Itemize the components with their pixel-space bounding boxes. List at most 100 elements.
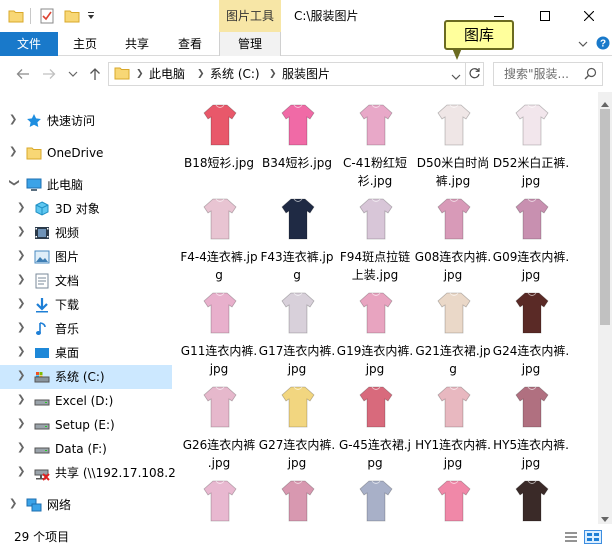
chevron-right-icon[interactable]: ❯ [17, 346, 27, 357]
file-item[interactable]: G09连衣内裤.jpg [492, 190, 570, 288]
file-name: HY1连衣内裤.jpg [415, 438, 491, 470]
expand-ribbon-icon[interactable] [578, 37, 588, 51]
search-input[interactable]: 搜索"服装... [493, 62, 603, 86]
search-icon[interactable] [584, 67, 597, 83]
up-button[interactable] [86, 65, 104, 83]
chevron-right-icon[interactable]: ❯ [17, 466, 27, 477]
forward-button[interactable] [40, 65, 58, 83]
chevron-right-icon[interactable]: ❯ [17, 394, 27, 405]
file-item[interactable]: HY5连衣内裤.jpg [492, 378, 570, 476]
image-thumbnail [202, 290, 238, 336]
nav-item-network[interactable]: ❯ 网络 [0, 493, 172, 517]
scroll-up-icon[interactable] [601, 96, 609, 110]
file-item[interactable]: G-45连衣裙.jpg [336, 378, 414, 476]
file-item[interactable]: G21连衣裙.jpg [414, 284, 492, 382]
image-thumbnail [280, 290, 316, 336]
file-item[interactable]: F94斑点拉链上装.jpg [336, 190, 414, 288]
chevron-right-icon[interactable]: ❯ [17, 202, 27, 213]
help-icon[interactable]: ? [596, 36, 610, 50]
file-item[interactable]: S25连衣裤.jpg [336, 472, 414, 524]
image-thumbnail [514, 290, 550, 336]
chevron-right-icon[interactable]: ❯ [9, 146, 19, 157]
file-item[interactable]: G08连衣内裤.jpg [414, 190, 492, 288]
file-item[interactable]: S18连衣裤.jpg [258, 472, 336, 524]
file-item[interactable]: SF2连衣裤.jpg [492, 472, 570, 524]
chevron-down-icon[interactable]: ❯ [9, 179, 20, 189]
window-title: C:\服装图片 [294, 9, 359, 23]
properties-icon[interactable] [40, 7, 54, 25]
new-folder-icon[interactable] [64, 7, 80, 25]
file-item[interactable]: G27连衣内裤.jpg [258, 378, 336, 476]
nav-item-documents[interactable]: ❯ 文档 [0, 269, 172, 293]
file-item[interactable]: G26连衣内裤 .jpg [180, 378, 258, 476]
maximize-button[interactable] [522, 0, 568, 32]
nav-item-videos[interactable]: ❯ 视频 [0, 221, 172, 245]
nav-item-setup-drive[interactable]: ❯ Setup (E:) [0, 413, 172, 437]
scroll-down-icon[interactable] [601, 512, 609, 526]
nav-item-3d-objects[interactable]: ❯ 3D 对象 [0, 197, 172, 221]
tab-home[interactable]: 主页 [62, 32, 108, 56]
chevron-right-icon[interactable]: ❯ [17, 298, 27, 309]
chevron-right-icon[interactable]: ❯ [136, 63, 144, 85]
tab-view[interactable]: 查看 [166, 32, 214, 56]
tab-share[interactable]: 共享 [114, 32, 160, 56]
nav-item-onedrive[interactable]: ❯ OneDrive [0, 141, 172, 165]
nav-item-quick-access[interactable]: ❯ 快速访问 [0, 109, 172, 133]
title-bar: 图片工具 C:\服装图片 [0, 0, 612, 32]
nav-item-excel-drive[interactable]: ❯ Excel (D:) [0, 389, 172, 413]
file-item[interactable]: G11连衣内裤.jpg [180, 284, 258, 382]
file-item[interactable]: G24连衣内裤.jpg [492, 284, 570, 382]
chevron-right-icon[interactable]: ❯ [9, 498, 19, 509]
chevron-right-icon[interactable]: ❯ [17, 322, 27, 333]
chevron-right-icon[interactable]: ❯ [197, 63, 205, 85]
file-item[interactable]: F4-4连衣裤.jpg [180, 190, 258, 288]
tab-manage[interactable]: 管理 [219, 32, 281, 56]
chevron-right-icon[interactable]: ❯ [269, 63, 277, 85]
file-item[interactable]: HY连衣内裤.jpg [180, 472, 258, 524]
breadcrumb-this-pc[interactable]: 此电脑 [149, 63, 185, 85]
nav-item-downloads[interactable]: ❯ 下载 [0, 293, 172, 317]
refresh-icon[interactable] [468, 67, 481, 83]
nav-item-data-drive[interactable]: ❯ Data (F:) [0, 437, 172, 461]
close-button[interactable] [566, 0, 612, 32]
file-item[interactable]: F43连衣裤.jpg [258, 190, 336, 288]
nav-item-shared-network-drive[interactable]: ❯ 共享 (\\192.17.108.2) [0, 461, 180, 485]
chevron-right-icon[interactable]: ❯ [17, 274, 27, 285]
folder-icon[interactable] [8, 7, 24, 25]
nav-item-music[interactable]: ❯ 音乐 [0, 317, 172, 341]
file-item[interactable]: D50米白时尚裤.jpg [414, 96, 492, 194]
tab-file[interactable]: 文件 [0, 32, 58, 56]
file-item[interactable]: G19连衣内裤.jpg [336, 284, 414, 382]
nav-item-pictures[interactable]: ❯ 图片 [0, 245, 172, 269]
file-item[interactable]: C-41粉红短衫.jpg [336, 96, 414, 194]
file-item[interactable]: S35粉红上衣.jpg [414, 472, 492, 524]
star-icon [26, 113, 42, 129]
nav-item-desktop[interactable]: ❯ 桌面 [0, 341, 172, 365]
file-item[interactable]: B18短衫.jpg [180, 96, 258, 194]
address-bar[interactable]: ❯ 此电脑 ❯ 系统 (C:) ❯ 服装图片 [108, 62, 484, 86]
chevron-right-icon[interactable]: ❯ [17, 418, 27, 429]
file-item[interactable]: HY1连衣内裤.jpg [414, 378, 492, 476]
chevron-right-icon[interactable]: ❯ [17, 226, 27, 237]
quick-access-separator [30, 8, 31, 24]
address-dropdown-icon[interactable] [451, 70, 461, 84]
chevron-right-icon[interactable]: ❯ [9, 114, 19, 125]
chevron-right-icon[interactable]: ❯ [17, 442, 27, 453]
scrollbar-thumb[interactable] [600, 109, 610, 325]
back-button[interactable] [14, 65, 32, 83]
recent-locations-button[interactable] [64, 65, 82, 83]
file-item[interactable]: G17连衣内裤.jpg [258, 284, 336, 382]
large-icons-view-icon[interactable] [584, 530, 602, 544]
customize-toolbar-dropdown-icon[interactable] [86, 7, 96, 25]
chevron-right-icon[interactable]: ❯ [17, 370, 27, 381]
nav-item-this-pc[interactable]: ❯ 此电脑 [0, 173, 172, 197]
breadcrumb-system-drive[interactable]: 系统 (C:) [210, 63, 260, 85]
file-item[interactable]: B34短衫.jpg [258, 96, 336, 194]
image-thumbnail [436, 290, 472, 336]
nav-item-system-drive[interactable]: ❯ 系统 (C:) [0, 365, 172, 389]
file-item[interactable]: D52米白正裤.jpg [492, 96, 570, 194]
chevron-right-icon[interactable]: ❯ [17, 250, 27, 261]
vertical-scrollbar[interactable] [598, 92, 612, 524]
breadcrumb-clothing-pictures[interactable]: 服装图片 [282, 63, 330, 85]
details-view-icon[interactable] [564, 531, 578, 546]
